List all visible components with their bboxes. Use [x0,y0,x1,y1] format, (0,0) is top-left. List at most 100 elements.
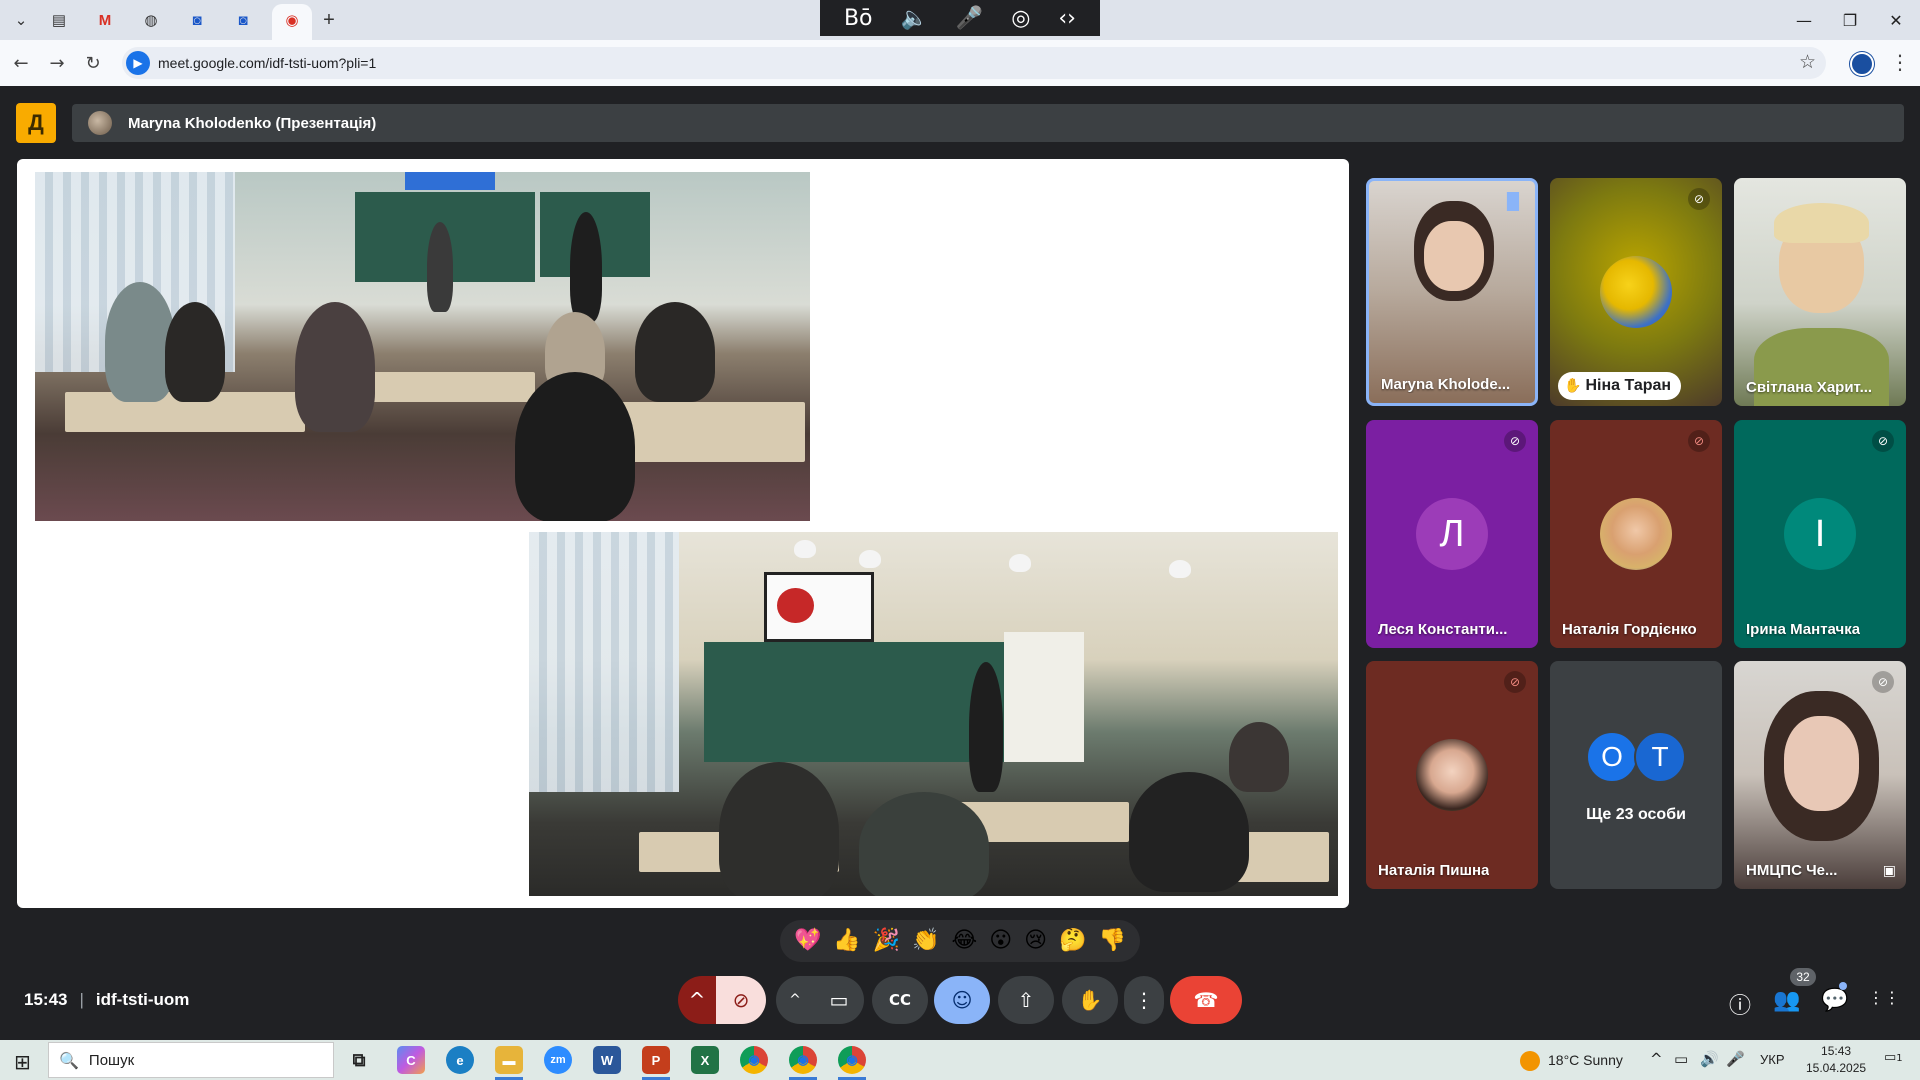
mic-off-icon: ⊘ [1688,430,1710,452]
browser-menu-icon[interactable]: ⋮ [1890,50,1910,74]
participant-tile-maryna[interactable]: ▐▌ Maryna Kholode... [1366,178,1538,406]
reaction-thumbs-down[interactable]: 👎 [1098,930,1125,952]
participant-name: Наталія Гордієнко [1562,621,1697,638]
task-view-icon[interactable]: ⧉ [345,1046,373,1074]
address-toolbar: ← → ↻ ▶ meet.google.com/idf-tsti-uom?pli… [0,40,1920,86]
code-icon[interactable]: ‹› [1058,6,1076,31]
zoom-tab-icon-2[interactable]: ◙ [230,8,256,32]
participant-tile-nina[interactable]: ⊘ ✋ Ніна Таран [1550,178,1722,406]
classroom-photo-2 [529,532,1338,896]
mic-off-icon: ⊘ [1872,430,1894,452]
participant-tile-lesya[interactable]: Л ⊘ Леся Константи... [1366,420,1538,648]
new-tab-icon[interactable]: + [316,8,342,32]
reaction-sad[interactable]: 😢 [1024,930,1047,952]
omnibox[interactable]: ▶ meet.google.com/idf-tsti-uom?pli=1 ☆ [122,47,1826,79]
site-tab-icon[interactable]: ◍ [138,8,164,32]
reaction-surprised[interactable]: 😮 [989,930,1012,952]
present-button[interactable]: ⇧ [998,976,1054,1024]
mic-toggle-button[interactable]: ⊘ [716,976,766,1024]
meeting-details-icon[interactable]: ⓘ [1725,988,1755,1020]
chat-icon[interactable]: 💬 [1820,988,1850,1013]
participant-name: Світлана Харит... [1746,379,1873,396]
raised-hand-badge: ✋ Ніна Таран [1558,372,1682,400]
participant-tile-svitlana[interactable]: Світлана Харит... [1734,178,1906,406]
hand-icon: ✋ [1564,378,1582,394]
participant-tile-natalia-p[interactable]: ⊘ Наталія Пишна [1366,661,1538,889]
bo-extension-icon[interactable]: Bō [844,6,873,31]
flower-avatar [1600,256,1672,328]
more-avatar-o: О [1586,731,1638,783]
notification-center-icon[interactable]: ▭1 [1884,1050,1903,1065]
copilot-icon[interactable]: C [397,1046,425,1074]
reload-button[interactable]: ↻ [80,50,106,76]
input-language[interactable]: УКР [1760,1052,1785,1067]
close-button[interactable]: ✕ [1876,6,1916,34]
reaction-heart[interactable]: 💖 [794,930,821,952]
search-icon: 🔍 [59,1050,79,1070]
back-button[interactable]: ← [8,50,34,76]
speaker-icon[interactable]: 🔈 [900,6,927,31]
minimize-button[interactable]: — [1784,6,1824,34]
mic-off-icon: ⊘ [1504,671,1526,693]
edge-icon[interactable]: e [446,1046,474,1074]
tray-microphone-icon[interactable]: 🎤 [1726,1050,1745,1068]
participant-name: Леся Константи... [1378,621,1508,638]
leave-call-button[interactable]: ☎ [1170,976,1242,1024]
reaction-thinking[interactable]: 🤔 [1059,930,1086,952]
zoom-tab-icon[interactable]: ◙ [184,8,210,32]
bookmark-star-icon[interactable]: ☆ [1799,51,1816,73]
zoom-app-icon[interactable]: zm [544,1046,572,1074]
camera-options-button[interactable]: ^ [776,976,814,1024]
letter-avatar: І [1784,498,1856,570]
tray-overflow-icon[interactable]: ^ [1650,1050,1663,1068]
file-explorer-icon[interactable]: ▬ [495,1046,523,1074]
taskbar-search[interactable]: 🔍 Пошук [48,1042,334,1078]
camera-toggle-button[interactable]: ▭ [814,976,864,1024]
activities-icon[interactable]: ⋮⋮ [1868,988,1900,1007]
volume-icon[interactable]: 🔊 [1700,1050,1719,1068]
people-icon[interactable]: 👥 [1772,988,1802,1013]
participant-name: Наталія Пишна [1378,862,1490,879]
more-options-button[interactable]: ⋮ [1124,976,1164,1024]
meet-tab-icon[interactable]: ◉ [279,8,305,32]
restore-button[interactable]: ❐ [1830,6,1870,34]
mic-off-icon: ⊘ [1872,671,1894,693]
pip-icon[interactable]: ▣ [1883,863,1896,879]
tray-app-icon[interactable]: ▭ [1674,1050,1688,1068]
broadcast-icon[interactable]: ◎ [1011,6,1030,31]
captions-button[interactable]: CC [872,976,928,1024]
site-info-icon[interactable]: ▶ [126,51,150,75]
meeting-time: 15:43 [24,990,68,1009]
camera-icon: ▭ [829,988,849,1012]
chrome-icon[interactable]: ◉ [740,1046,768,1074]
reaction-laugh[interactable]: 😂 [952,930,978,952]
participant-name: Ірина Мантачка [1746,621,1861,638]
excel-icon[interactable]: X [691,1046,719,1074]
more-participants-tile[interactable]: О Т Ще 23 особи [1550,661,1722,889]
participant-tile-natalia-h[interactable]: ⊘ Наталія Гордієнко [1550,420,1722,648]
reaction-party[interactable]: 🎉 [873,930,900,952]
shared-screen [17,159,1349,908]
reaction-thumbs-up[interactable]: 👍 [833,930,860,952]
drive-tab-icon[interactable]: ▤ [46,8,72,32]
tab-list-icon[interactable]: ⌄ [8,8,34,32]
emoji-button[interactable]: ☺ [934,976,990,1024]
raise-hand-button[interactable]: ✋ [1062,976,1118,1024]
powerpoint-icon[interactable]: P [642,1046,670,1074]
windows-start-icon[interactable]: ⊞ [14,1050,31,1074]
reaction-clap[interactable]: 👏 [912,930,939,952]
microphone-icon[interactable]: 🎤 [956,6,983,31]
participant-tile-iryna[interactable]: І ⊘ Ірина Мантачка [1734,420,1906,648]
chrome-profile-icon-2[interactable]: ◉ [838,1046,866,1074]
forward-button[interactable]: → [44,50,70,76]
classroom-photo-1 [35,172,810,521]
chrome-profile-icon[interactable]: ◉ [789,1046,817,1074]
gmail-tab-icon[interactable]: M [92,8,118,32]
word-icon[interactable]: W [593,1046,621,1074]
profile-avatar[interactable] [1850,52,1874,76]
url-text[interactable]: meet.google.com/idf-tsti-uom?pli=1 [158,55,376,71]
taskbar-clock[interactable]: 15:43 15.04.2025 [1806,1043,1866,1077]
mic-options-button[interactable]: ^ [678,976,716,1024]
participant-tile-nmcps[interactable]: ⊘ НМЦПС Че... ▣ [1734,661,1906,889]
weather-text[interactable]: 18°C Sunny [1548,1052,1623,1068]
